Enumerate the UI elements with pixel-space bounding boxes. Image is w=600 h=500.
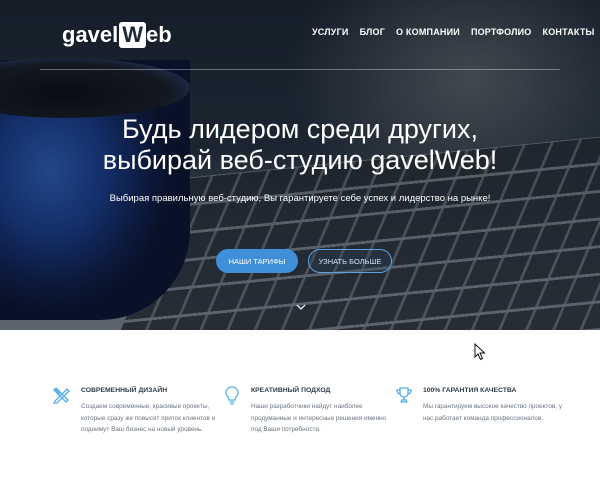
hero-title-line2: выбирай веб-студию gavelWeb! <box>102 145 498 175</box>
feature-description: Наши разработчики найдут наиболее продум… <box>251 403 387 433</box>
feature-title: СОВРЕМЕННЫЙ ДИЗАЙН <box>81 387 168 394</box>
trophy-icon <box>394 385 414 405</box>
logo-suffix: eb <box>146 22 172 47</box>
main-nav: УСЛУГИ БЛОГ О КОМПАНИИ ПОРТФОЛИО КОНТАКТ… <box>312 27 595 37</box>
site-logo[interactable]: gavel Web <box>62 22 172 48</box>
lightbulb-icon <box>222 385 242 405</box>
learn-more-button[interactable]: УЗНАТЬ БОЛЬШЕ <box>308 249 392 273</box>
nav-item-contacts[interactable]: КОНТАКТЫ <box>543 27 595 37</box>
nav-item-services[interactable]: УСЛУГИ <box>312 27 349 37</box>
mouse-pointer-icon <box>474 342 486 366</box>
feature-title: 100% ГАРАНТИЯ КАЧЕСТВА <box>423 387 517 394</box>
hero-title-line1: Будь лидером среди других, <box>122 114 478 144</box>
scroll-down-chevron-icon[interactable] <box>294 300 308 314</box>
logo-highlight: W <box>119 22 147 48</box>
nav-item-about[interactable]: О КОМПАНИИ <box>396 27 460 37</box>
feature-description: Мы гарантируем высокое качество проектов… <box>423 403 563 422</box>
feature-description: Создаем современные, красивые проекты, к… <box>81 403 216 433</box>
logo-text: gavel <box>62 22 119 47</box>
nav-item-portfolio[interactable]: ПОРТФОЛИО <box>471 27 532 37</box>
feature-title: КРЕАТИВНЫЙ ПОДХОД <box>251 387 331 394</box>
nav-item-blog[interactable]: БЛОГ <box>360 27 385 37</box>
pencil-ruler-icon <box>52 385 72 405</box>
hero-title: Будь лидером среди других, выбирай веб-с… <box>0 114 600 176</box>
hero-section: gavel Web УСЛУГИ БЛОГ О КОМПАНИИ ПОРТФОЛИ… <box>0 0 600 330</box>
hero-subtitle: Выбирая правильную веб-студию, Вы гарант… <box>109 193 491 204</box>
nav-divider <box>40 69 560 70</box>
pricing-button[interactable]: НАШИ ТАРИФЫ <box>216 249 298 273</box>
